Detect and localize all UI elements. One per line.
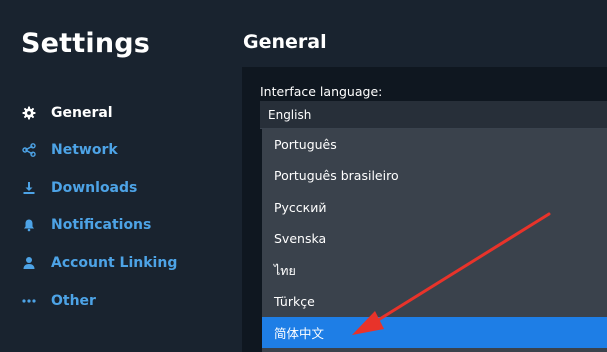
sidebar-item-label: Account Linking <box>51 255 178 271</box>
option-label: Русский <box>274 200 327 215</box>
sidebar-item-account-linking[interactable]: Account Linking <box>0 250 230 276</box>
language-label: Interface language: <box>260 84 383 99</box>
person-icon <box>22 256 36 270</box>
language-option-thai[interactable]: ไทย <box>262 255 607 286</box>
page-title: General <box>243 31 327 53</box>
sidebar-item-label: General <box>51 105 113 121</box>
language-select-value: English <box>268 107 312 122</box>
sidebar-item-label: Downloads <box>51 180 138 196</box>
language-option-turkce[interactable]: Türkçe <box>262 286 607 317</box>
language-option-portugues[interactable]: Português <box>262 129 607 160</box>
sidebar-item-notifications[interactable]: Notifications <box>0 212 230 238</box>
option-label: Português brasileiro <box>274 168 399 183</box>
option-label: 简体中文 <box>274 326 325 341</box>
sidebar-item-label: Other <box>51 293 96 309</box>
option-label: Türkçe <box>274 294 315 309</box>
bell-icon <box>22 218 36 232</box>
sidebar-item-label: Notifications <box>51 217 152 233</box>
sidebar: Settings General Network Downloads Notif… <box>0 0 240 352</box>
language-dropdown-list: Português Português brasileiro Русский S… <box>262 129 607 352</box>
sidebar-item-general[interactable]: General <box>0 100 230 126</box>
settings-window: Settings General Network Downloads Notif… <box>0 0 607 352</box>
language-option-portugues-brasileiro[interactable]: Português brasileiro <box>262 160 607 191</box>
option-label: Svenska <box>274 231 327 246</box>
network-icon <box>22 143 36 157</box>
sidebar-item-network[interactable]: Network <box>0 137 230 163</box>
language-option-svenska[interactable]: Svenska <box>262 223 607 254</box>
option-label: ไทย <box>274 262 296 278</box>
more-dots-icon <box>22 294 36 308</box>
language-option-russian[interactable]: Русский <box>262 192 607 223</box>
gear-icon <box>22 106 36 120</box>
sidebar-item-downloads[interactable]: Downloads <box>0 175 230 201</box>
language-option-simplified-chinese[interactable]: 简体中文 <box>262 317 607 348</box>
download-icon <box>22 181 36 195</box>
option-label: Português <box>274 137 337 152</box>
language-select[interactable]: English <box>260 101 607 129</box>
app-title: Settings <box>21 28 151 59</box>
sidebar-item-label: Network <box>51 142 118 158</box>
sidebar-item-other[interactable]: Other <box>0 288 230 314</box>
